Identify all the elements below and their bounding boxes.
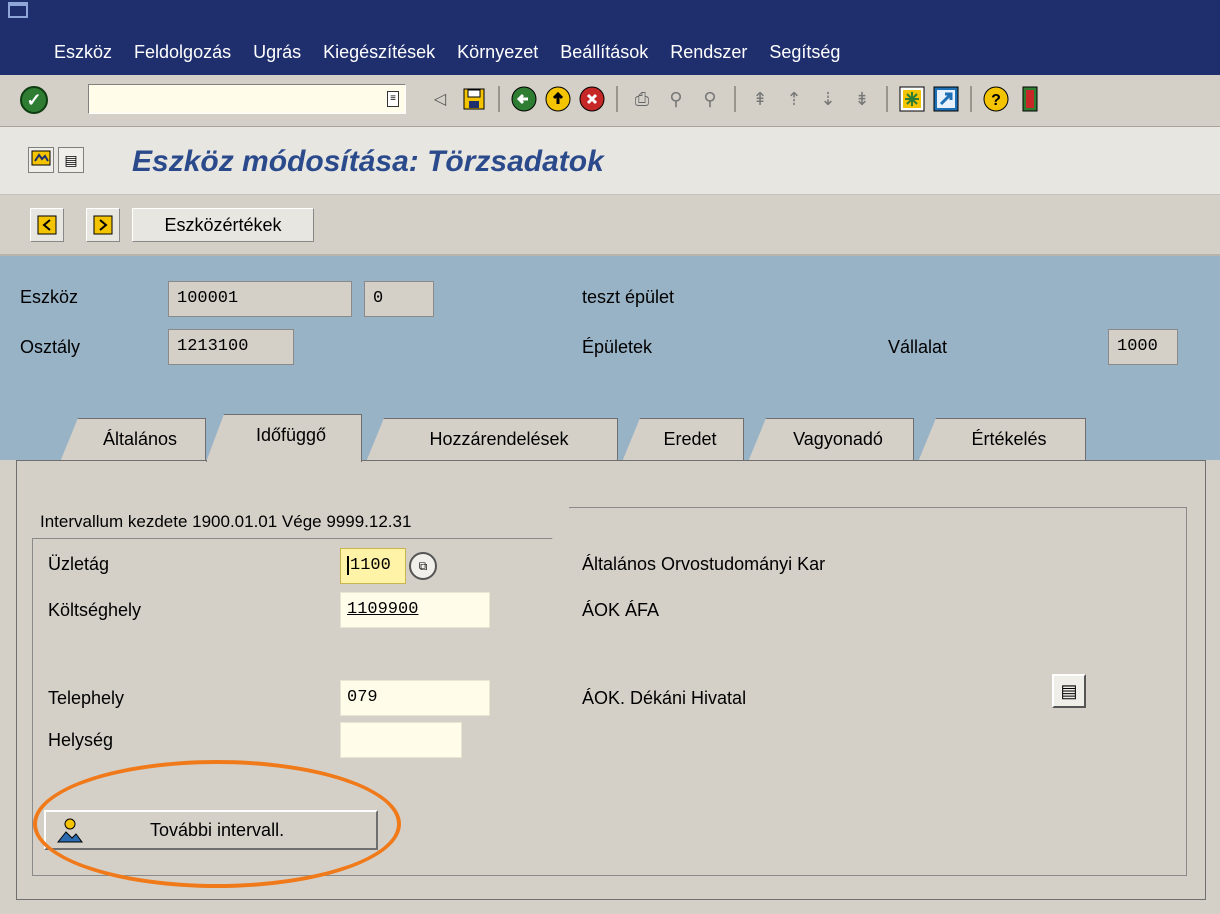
title-icons: ▤ <box>28 147 84 173</box>
system-menu-icon[interactable] <box>8 2 28 18</box>
location-field[interactable] <box>340 722 462 758</box>
cost-center-description: ÁOK ÁFA <box>582 600 660 620</box>
tab-label: Értékelés <box>971 429 1047 449</box>
next-asset-button[interactable] <box>86 208 120 242</box>
menu-items: Eszköz Feldolgozás Ugrás Kiegészítések K… <box>54 42 862 63</box>
ok-icon[interactable]: ✓ <box>20 86 48 114</box>
toolbar-separator <box>498 86 500 112</box>
page-title: Eszköz módosítása: Törzsadatok <box>132 145 604 178</box>
display-change-icon[interactable] <box>28 147 54 173</box>
highlight-ellipse <box>33 760 401 888</box>
tab-vagyonado[interactable]: Vagyonadó <box>748 418 914 462</box>
tab-label: Eredet <box>663 429 717 449</box>
company-field: 1000 <box>1108 329 1178 365</box>
asset-values-label: Eszközértékek <box>164 215 282 235</box>
previous-asset-button[interactable] <box>30 208 64 242</box>
toolbar-separator <box>616 86 618 112</box>
tab-label: Általános <box>102 429 178 449</box>
exit-icon[interactable] <box>544 85 572 113</box>
print-icon[interactable]: ⎙ <box>628 85 656 113</box>
application-toolbar: Eszközértékek <box>0 196 1220 256</box>
plant-description: ÁOK. Dékáni Hivatal <box>582 688 747 708</box>
class-description: Épületek <box>582 337 653 357</box>
tab-idofuggo[interactable]: Időfüggő <box>206 414 362 462</box>
next-page-icon[interactable]: ⇣ <box>814 85 842 113</box>
first-page-icon[interactable]: ⇞ <box>746 85 774 113</box>
menu-item-ugras[interactable]: Ugrás <box>253 42 301 63</box>
cost-center-label: Költséghely <box>48 600 142 620</box>
asset-number-value: 100001 <box>177 289 239 308</box>
command-field[interactable]: ≡ <box>88 84 406 114</box>
value-help-icon[interactable]: ⧉ <box>409 552 437 580</box>
menu-item-beallitasok[interactable]: Beállítások <box>560 42 648 63</box>
asset-label: Eszköz <box>20 287 79 307</box>
command-history-icon[interactable]: ≡ <box>387 91 399 107</box>
find-icon[interactable]: ⚲ <box>662 85 690 113</box>
find-next-icon[interactable]: ⚲ <box>696 85 724 113</box>
layout-icon[interactable] <box>1016 85 1044 113</box>
interval-frame-title: Intervallum kezdete 1900.01.01 Vége 9999… <box>32 507 570 539</box>
menu-item-eszkoz[interactable]: Eszköz <box>54 42 112 63</box>
standard-toolbar: ✓ ≡ ◁ ⎙ ⚲ ⚲ ⇞ ⇡ ⇣ ⇟ ? <box>0 75 1220 127</box>
menu-item-segitseg[interactable]: Segítség <box>769 42 840 63</box>
help-icon[interactable]: ? <box>982 85 1010 113</box>
last-page-icon[interactable]: ⇟ <box>848 85 876 113</box>
menu-bar: Eszköz Feldolgozás Ugrás Kiegészítések K… <box>0 0 1220 75</box>
class-field: 1213100 <box>168 329 294 365</box>
asset-subnumber-field: 0 <box>364 281 434 317</box>
prev-page-icon[interactable]: ⇡ <box>780 85 808 113</box>
long-text-icon[interactable]: ▤ <box>1052 674 1086 708</box>
business-area-description: Általános Orvostudományi Kar <box>582 554 826 574</box>
class-value: 1213100 <box>177 337 249 356</box>
menu-item-kornyezet[interactable]: Környezet <box>457 42 538 63</box>
toolbar-separator <box>886 86 888 112</box>
tab-altalanos[interactable]: Általános <box>60 418 206 462</box>
company-label: Vállalat <box>888 337 948 357</box>
menu-item-kiegeszitesek[interactable]: Kiegészítések <box>323 42 435 63</box>
business-area-label: Üzletág <box>48 554 110 574</box>
asset-values-button[interactable]: Eszközértékek <box>132 208 314 242</box>
business-area-field[interactable]: 1100 <box>340 548 406 584</box>
tab-eredet[interactable]: Eredet <box>622 418 744 462</box>
plant-label: Telephely <box>48 688 125 708</box>
business-area-value: 1100 <box>347 556 391 575</box>
asset-subnumber-value: 0 <box>373 289 384 308</box>
plant-value: 079 <box>347 688 378 707</box>
location-label: Helység <box>48 730 114 750</box>
tab-label: Hozzárendelések <box>429 429 569 449</box>
tab-label: Vagyonadó <box>793 429 883 449</box>
back-nav-icon[interactable] <box>510 85 538 113</box>
cost-center-value: 1109900 <box>347 600 419 619</box>
cost-center-field[interactable]: 1109900 <box>340 592 490 628</box>
back-icon[interactable]: ◁ <box>426 85 454 113</box>
svg-text:?: ? <box>991 92 1001 109</box>
tab-hozzarendelesek[interactable]: Hozzárendelések <box>366 418 618 462</box>
other-object-icon[interactable]: ▤ <box>58 147 84 173</box>
menu-item-rendszer[interactable]: Rendszer <box>670 42 747 63</box>
cancel-icon[interactable] <box>578 85 606 113</box>
asset-description: teszt épület <box>582 287 675 307</box>
toolbar-separator <box>970 86 972 112</box>
plant-field[interactable]: 079 <box>340 680 490 716</box>
menu-item-feldolgozas[interactable]: Feldolgozás <box>134 42 231 63</box>
tab-strip: Általános Időfüggő Hozzárendelések Erede… <box>0 410 1220 462</box>
shortcut-icon[interactable] <box>932 85 960 113</box>
new-session-icon[interactable] <box>898 85 926 113</box>
title-bar: ▤ Eszköz módosítása: Törzsadatok <box>0 127 1220 195</box>
company-value: 1000 <box>1117 337 1158 356</box>
asset-number-field: 100001 <box>168 281 352 317</box>
tab-ertekeles[interactable]: Értékelés <box>918 418 1086 462</box>
toolbar-separator <box>734 86 736 112</box>
toolbar-icons: ◁ ⎙ ⚲ ⚲ ⇞ ⇡ ⇣ ⇟ ? <box>426 85 1050 113</box>
save-icon[interactable] <box>460 85 488 113</box>
class-label: Osztály <box>20 337 81 357</box>
tab-label: Időfüggő <box>255 425 327 445</box>
